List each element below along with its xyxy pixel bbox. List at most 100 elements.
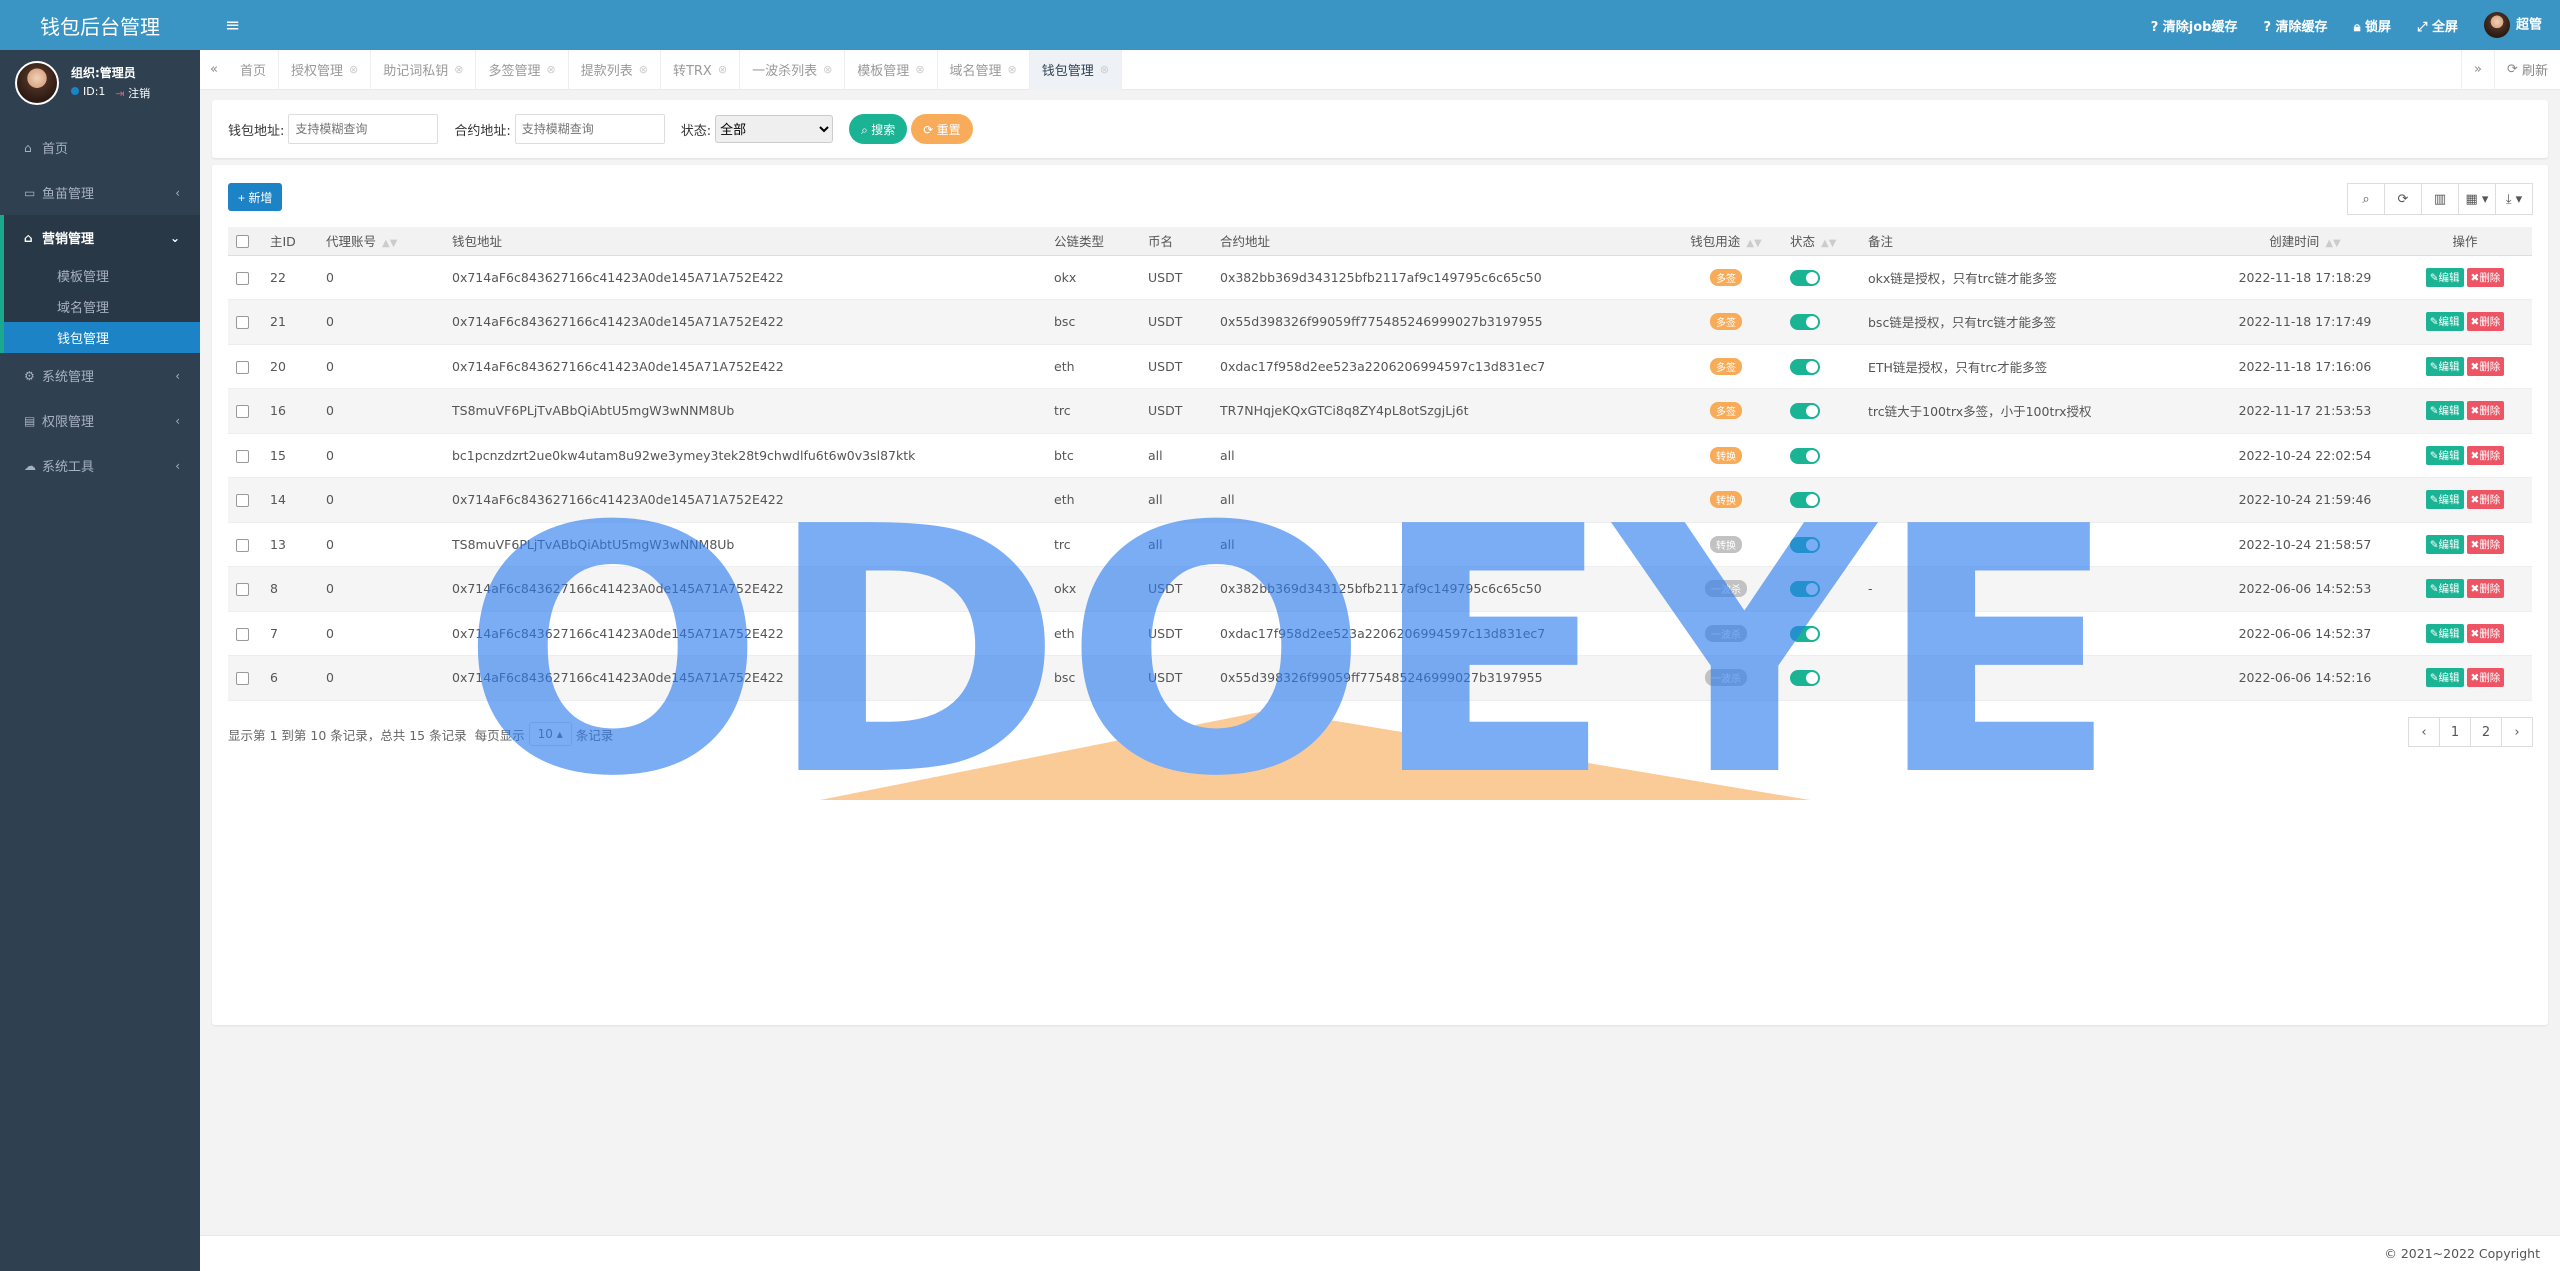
row-checkbox[interactable] [228, 477, 262, 523]
export-icon[interactable]: ⤓ ▾ [2495, 183, 2533, 215]
sidebar-item-wallet[interactable]: 钱包管理 [4, 322, 200, 353]
refresh-icon[interactable]: ⟳ [2384, 183, 2422, 215]
status-toggle[interactable] [1790, 314, 1820, 330]
delete-button[interactable]: ✖删除 [2466, 401, 2505, 421]
logout-link[interactable]: ⇥ 注销 [115, 85, 150, 101]
close-tab-icon[interactable]: ⊗ [718, 63, 727, 76]
sidebar-item-tools[interactable]: ☁ 系统工具 ‹ [0, 443, 200, 488]
delete-button[interactable]: ✖删除 [2466, 534, 2505, 554]
sidebar-item-marketing[interactable]: ⌂ 营销管理 ⌄ [0, 215, 200, 260]
row-checkbox[interactable] [228, 433, 262, 478]
menu-toggle-icon[interactable]: ≡ [225, 15, 240, 36]
row-checkbox[interactable] [228, 299, 262, 345]
status-toggle[interactable] [1790, 625, 1820, 642]
col-header-id[interactable]: 主ID [262, 227, 318, 256]
close-tab-icon[interactable]: ⊗ [1100, 63, 1109, 76]
toggle-view-icon[interactable]: ▥ [2421, 183, 2459, 215]
edit-button[interactable]: ✎编辑 [2425, 445, 2464, 465]
close-tab-icon[interactable]: ⊗ [823, 63, 832, 76]
sidebar-item-domain[interactable]: 域名管理 [4, 291, 200, 322]
status-toggle[interactable] [1790, 536, 1820, 553]
sidebar-item-permission[interactable]: ▤ 权限管理 ‹ [0, 398, 200, 443]
wallet-address-input[interactable] [288, 114, 439, 144]
clear-job-cache-button[interactable]: ? 清除job缓存 [2151, 16, 2238, 35]
row-checkbox[interactable] [228, 255, 262, 300]
edit-button[interactable]: ✎编辑 [2425, 312, 2464, 332]
edit-button[interactable]: ✎编辑 [2425, 579, 2464, 599]
row-checkbox[interactable] [228, 655, 262, 701]
delete-button[interactable]: ✖删除 [2466, 623, 2505, 643]
reset-button[interactable]: ⟳ 重置 [911, 114, 973, 144]
status-toggle[interactable] [1790, 670, 1820, 686]
edit-button[interactable]: ✎编辑 [2425, 623, 2464, 643]
tab-3[interactable]: 多签管理 ⊗ [476, 49, 569, 90]
status-toggle[interactable] [1790, 447, 1820, 464]
sidebar-item-fry[interactable]: ▭ 鱼苗管理 ‹ [0, 170, 200, 215]
tab-4[interactable]: 提款列表 ⊗ [569, 49, 661, 90]
row-checkbox[interactable] [228, 388, 262, 434]
contract-address-input[interactable] [514, 114, 665, 144]
tab-1[interactable]: 授权管理 ⊗ [279, 49, 372, 90]
delete-button[interactable]: ✖删除 [2466, 445, 2505, 465]
tab-2[interactable]: 助记词私钥 ⊗ [371, 49, 477, 90]
page-2-button[interactable]: 2 [2470, 717, 2502, 747]
fullscreen-button[interactable]: ⤢ 全屏 [2417, 16, 2458, 35]
delete-button[interactable]: ✖删除 [2466, 668, 2505, 688]
col-header-agent[interactable]: 代理账号 ▲▼ [318, 227, 444, 256]
avatar[interactable] [15, 60, 59, 105]
row-checkbox[interactable] [228, 611, 262, 656]
columns-icon[interactable]: ▦ ▾ [2458, 183, 2496, 215]
delete-button[interactable]: ✖删除 [2466, 579, 2505, 599]
tab-9[interactable]: 钱包管理 ⊗ [1029, 49, 1122, 90]
col-header-time[interactable]: 创建时间 ▲▼ [2212, 227, 2390, 256]
page-1-button[interactable]: 1 [2439, 717, 2471, 747]
col-header-status[interactable]: 状态 ▲▼ [1782, 227, 1860, 256]
status-select[interactable]: 全部 [715, 115, 834, 143]
tab-7[interactable]: 模板管理 ⊗ [845, 49, 938, 90]
refresh-tab-button[interactable]: ⟳ 刷新 [2493, 49, 2560, 90]
close-tab-icon[interactable]: ⊗ [454, 63, 463, 76]
edit-button[interactable]: ✎编辑 [2425, 668, 2464, 688]
close-tab-icon[interactable]: ⊗ [639, 63, 648, 76]
status-toggle[interactable] [1790, 492, 1820, 508]
col-header-purpose[interactable]: 钱包用途 ▲▼ [1662, 227, 1782, 256]
close-tab-icon[interactable]: ⊗ [349, 63, 358, 76]
edit-button[interactable]: ✎编辑 [2425, 356, 2464, 376]
add-button[interactable]: + 新增 [228, 183, 283, 211]
select-all-checkbox[interactable] [228, 227, 262, 256]
next-page-button[interactable]: › [2501, 717, 2533, 747]
status-toggle[interactable] [1790, 403, 1820, 419]
close-tab-icon[interactable]: ⊗ [547, 63, 556, 76]
tab-6[interactable]: 一波杀列表 ⊗ [740, 49, 846, 90]
search-toggle-icon[interactable]: ⌕ [2347, 183, 2385, 215]
edit-button[interactable]: ✎编辑 [2425, 534, 2464, 554]
edit-button[interactable]: ✎编辑 [2425, 490, 2464, 510]
sidebar-item-template[interactable]: 模板管理 [4, 260, 200, 291]
delete-button[interactable]: ✖删除 [2466, 490, 2505, 510]
clear-cache-button[interactable]: ? 清除缓存 [2263, 16, 2327, 35]
tab-8[interactable]: 域名管理 ⊗ [938, 49, 1030, 90]
status-toggle[interactable] [1790, 269, 1820, 286]
delete-button[interactable]: ✖删除 [2466, 356, 2505, 376]
close-tab-icon[interactable]: ⊗ [915, 63, 924, 76]
search-button[interactable]: ⌕ 搜索 [849, 114, 908, 144]
page-size-dropdown[interactable]: 10 ▴ [528, 722, 572, 746]
row-checkbox[interactable] [228, 344, 262, 389]
edit-button[interactable]: ✎编辑 [2425, 267, 2464, 287]
tab-5[interactable]: 转TRX ⊗ [661, 49, 741, 90]
tab-0[interactable]: 首页 [228, 49, 280, 90]
sidebar-item-home[interactable]: ⌂ 首页 [0, 125, 200, 170]
close-tab-icon[interactable]: ⊗ [1008, 63, 1017, 76]
status-toggle[interactable] [1790, 581, 1820, 597]
row-checkbox[interactable] [228, 522, 262, 567]
edit-button[interactable]: ✎编辑 [2425, 401, 2464, 421]
prev-page-button[interactable]: ‹ [2408, 717, 2440, 747]
lock-screen-button[interactable]: 🔒︎ 锁屏 [2354, 16, 2391, 35]
delete-button[interactable]: ✖删除 [2466, 267, 2505, 287]
user-menu[interactable]: 超管 [2483, 12, 2542, 38]
delete-button[interactable]: ✖删除 [2466, 312, 2505, 332]
status-toggle[interactable] [1790, 358, 1820, 375]
tab-scroll-right-icon[interactable]: » [2460, 49, 2494, 90]
row-checkbox[interactable] [228, 566, 262, 612]
sidebar-item-system[interactable]: ⚙ 系统管理 ‹ [0, 353, 200, 398]
